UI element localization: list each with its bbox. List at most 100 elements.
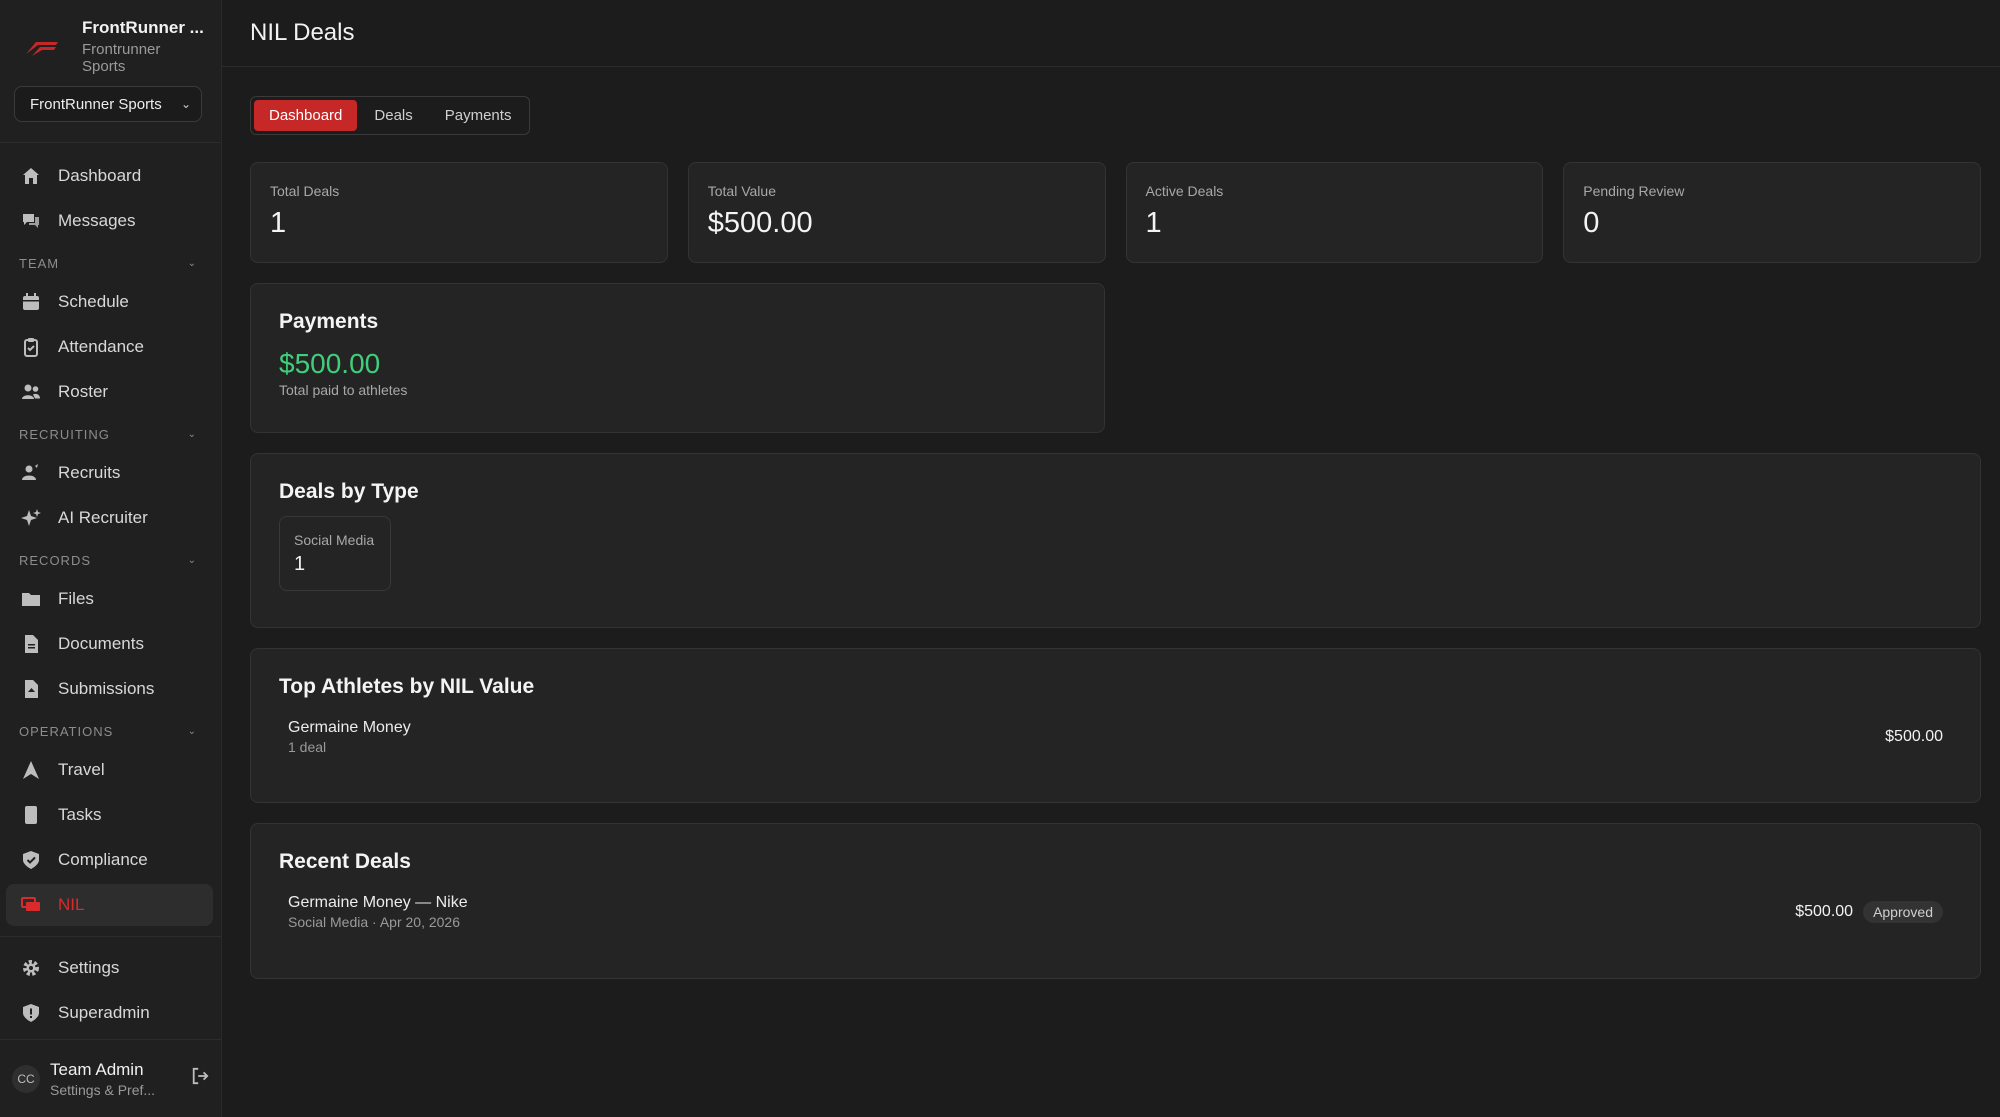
user-subtitle: Settings & Pref...: [50, 1081, 156, 1098]
shield-alert-icon: [20, 1002, 42, 1024]
list-item[interactable]: Germaine Money — Nike Social Media · Apr…: [279, 894, 1952, 930]
deals-by-type-card: Deals by Type Social Media 1: [250, 453, 1981, 628]
stat-value: 0: [1583, 207, 1600, 239]
card-title: Deals by Type: [279, 480, 419, 503]
sidebar-item-nil[interactable]: NIL: [6, 884, 213, 926]
sidebar-item-label: Tasks: [58, 805, 102, 824]
list-item[interactable]: Germaine Money 1 deal $500.00: [279, 719, 1952, 755]
brand-name: FrontRunner ...: [82, 18, 204, 37]
payments-card: Payments $500.00 Total paid to athletes: [250, 283, 1105, 433]
section-recruiting[interactable]: RECRUITING ⌄: [0, 416, 221, 452]
stat-label: Total Value: [707, 183, 776, 199]
organization-select-value: FrontRunner Sports: [30, 95, 162, 113]
sidebar-item-label: Messages: [58, 211, 136, 230]
stat-card-pending-review: Pending Review 0: [1563, 162, 1981, 263]
card-title: Top Athletes by NIL Value: [279, 675, 535, 698]
deal-meta: Social Media · Apr 20, 2026: [288, 914, 460, 930]
stat-label: Active Deals: [1145, 183, 1224, 199]
tab-dashboard[interactable]: Dashboard: [254, 100, 358, 131]
sidebar-divider: [0, 936, 221, 937]
stat-value: 1: [270, 207, 287, 239]
deal-title: Germaine Money — Nike: [288, 894, 468, 911]
clipboard-check-icon: [20, 336, 42, 358]
chevron-down-icon: ⌄: [187, 428, 197, 440]
sidebar-item-roster[interactable]: Roster: [6, 371, 213, 413]
user-footer[interactable]: CC Team Admin Settings & Pref...: [0, 1039, 221, 1117]
card-title: Recent Deals: [279, 850, 411, 873]
folder-icon: [20, 588, 42, 610]
stat-value: 1: [1145, 207, 1162, 239]
user-name: Team Admin: [50, 1059, 144, 1079]
sidebar-item-label: Attendance: [58, 337, 145, 356]
sidebar-item-label: Settings: [58, 958, 120, 977]
file-upload-icon: [20, 678, 42, 700]
sidebar-item-documents[interactable]: Documents: [6, 623, 213, 665]
sidebar-nav: Dashboard Messages TEAM ⌄ Schedule Atten…: [0, 143, 221, 1034]
chevron-down-icon: ⌄: [187, 554, 197, 566]
stat-card-total-deals: Total Deals 1: [250, 162, 668, 263]
chat-icon: [20, 210, 42, 232]
task-list-icon: [20, 804, 42, 826]
sidebar-item-attendance[interactable]: Attendance: [6, 326, 213, 368]
document-icon: [20, 633, 42, 655]
deal-type-label: Social Media: [294, 532, 375, 548]
users-icon: [20, 381, 42, 403]
stat-label: Pending Review: [1583, 183, 1685, 199]
stat-value: $500.00: [707, 207, 813, 239]
calendar-icon: [20, 291, 42, 313]
athlete-amount: $500.00: [1885, 728, 1943, 745]
sidebar-item-settings[interactable]: Settings: [6, 947, 213, 989]
sidebar-item-files[interactable]: Files: [6, 578, 213, 620]
section-records[interactable]: RECORDS ⌄: [0, 542, 221, 578]
sparkle-icon: [20, 507, 42, 529]
recent-deals-card: Recent Deals Germaine Money — Nike Socia…: [250, 823, 1981, 979]
sidebar-item-label: Documents: [58, 634, 144, 653]
brand-header[interactable]: FrontRunner ... Frontrunner Sports: [0, 0, 221, 82]
shield-check-icon: [20, 849, 42, 871]
page-title: NIL Deals: [250, 19, 355, 46]
section-label: OPERATIONS: [19, 723, 114, 739]
sidebar-item-recruits[interactable]: Recruits: [6, 452, 213, 494]
tab-deals[interactable]: Deals: [359, 100, 427, 131]
tab-payments[interactable]: Payments: [430, 100, 527, 131]
top-bar: NIL Deals: [222, 0, 2000, 67]
stat-card-total-value: Total Value $500.00: [687, 162, 1106, 263]
section-label: RECRUITING: [19, 426, 110, 442]
sidebar-item-schedule[interactable]: Schedule: [6, 281, 213, 323]
sidebar: FrontRunner ... Frontrunner Sports Front…: [0, 0, 222, 1117]
sidebar-item-label: Schedule: [58, 292, 129, 311]
sidebar-item-travel[interactable]: Travel: [6, 749, 213, 791]
sidebar-item-label: Roster: [58, 382, 109, 401]
sidebar-item-ai-recruiter[interactable]: AI Recruiter: [6, 497, 213, 539]
navigation-arrow-icon: [20, 759, 42, 781]
home-icon: [20, 165, 42, 187]
status-badge: Approved: [1863, 901, 1943, 923]
sidebar-item-label: Compliance: [58, 850, 148, 869]
top-athletes-card: Top Athletes by NIL Value Germaine Money…: [250, 648, 1981, 803]
user-search-icon: [20, 462, 42, 484]
sidebar-item-messages[interactable]: Messages: [6, 200, 213, 242]
sidebar-item-label: Recruits: [58, 463, 121, 482]
sidebar-item-superadmin[interactable]: Superadmin: [6, 992, 213, 1034]
sidebar-item-label: NIL: [58, 895, 85, 914]
section-label: TEAM: [19, 255, 60, 271]
section-team[interactable]: TEAM ⌄: [0, 245, 221, 281]
tab-bar: Dashboard Deals Payments: [250, 96, 531, 135]
brand-subtitle: Frontrunner Sports: [82, 40, 161, 75]
section-label: RECORDS: [19, 552, 92, 568]
sidebar-item-label: Superadmin: [58, 1003, 150, 1022]
chevron-down-icon: ⌄: [187, 257, 197, 269]
brand-logo-icon: [26, 42, 58, 56]
money-icon: [20, 894, 42, 916]
payments-subtitle: Total paid to athletes: [279, 382, 408, 398]
sidebar-item-label: Files: [58, 589, 94, 608]
sidebar-item-tasks[interactable]: Tasks: [6, 794, 213, 836]
section-operations[interactable]: OPERATIONS ⌄: [0, 713, 221, 749]
organization-select[interactable]: FrontRunner Sports ⌄: [14, 86, 202, 122]
chevron-down-icon: ⌄: [180, 97, 191, 111]
logout-icon[interactable]: [191, 1067, 209, 1090]
sidebar-item-compliance[interactable]: Compliance: [6, 839, 213, 881]
sidebar-item-dashboard[interactable]: Dashboard: [6, 155, 213, 197]
avatar: CC: [12, 1064, 40, 1093]
sidebar-item-submissions[interactable]: Submissions: [6, 668, 213, 710]
